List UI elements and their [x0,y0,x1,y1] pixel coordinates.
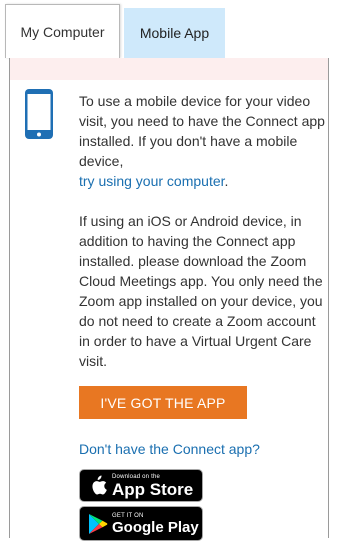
app-store-badge-text: Download on the App Store [112,474,193,498]
google-play-logo-icon [84,513,112,535]
app-store-small-label: Download on the [112,473,161,480]
got-the-app-button[interactable]: I'VE GOT THE APP [79,386,247,419]
panel-banner [10,58,328,80]
mobile-app-panel: To use a mobile device for your video vi… [9,58,329,541]
link-suffix: . [224,173,229,189]
app-store-big-label: App Store [112,479,194,499]
no-connect-app-link[interactable]: Don't have the Connect app? [79,439,329,459]
apple-logo-icon [84,475,112,496]
instructions-paragraph-2: If using an iOS or Android device, in ad… [79,213,323,369]
google-play-big-label: Google Play [112,518,199,536]
google-play-badge[interactable]: GET IT ON Google Play [79,506,203,541]
instructions-text-1: To use a mobile device for your video vi… [79,93,325,169]
google-play-small-label: GET IT ON [112,512,144,519]
instructions: To use a mobile device for your video vi… [79,91,329,541]
google-play-badge-text: GET IT ON Google Play [112,513,199,535]
mobile-phone-icon [24,88,54,140]
try-computer-link[interactable]: try using your computer [79,173,225,189]
instructions-paragraph-1: To use a mobile device for your video vi… [79,91,329,191]
tab-bar: My Computer Mobile App [0,0,338,58]
app-store-badge[interactable]: Download on the App Store [79,469,203,502]
tab-mobile-app-label: Mobile App [139,25,210,41]
tab-my-computer-label: My Computer [20,23,105,40]
tab-mobile-app[interactable]: Mobile App [124,8,225,58]
tab-my-computer[interactable]: My Computer [5,4,120,58]
